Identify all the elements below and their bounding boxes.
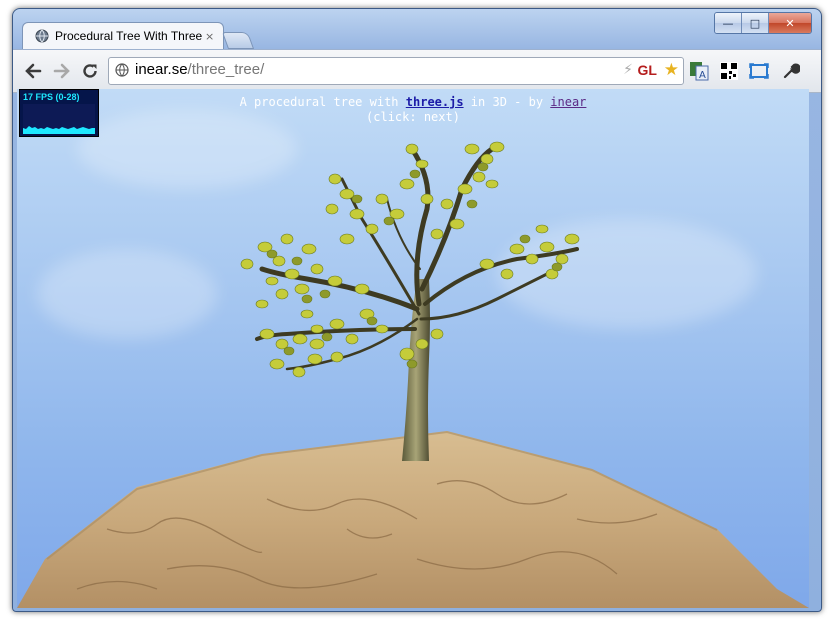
lightning-icon[interactable]: ⚡: [623, 62, 633, 78]
close-icon[interactable]: ✕: [769, 13, 811, 33]
page-info-icon[interactable]: [115, 63, 129, 77]
tree-scene: [17, 141, 809, 608]
address-bar[interactable]: inear.se/three_tree/ ⚡ GL ★: [108, 57, 684, 85]
fullscreen-icon[interactable]: [748, 60, 770, 82]
page-caption: A procedural tree with three.js in 3D - …: [17, 95, 809, 125]
tree-leaves: [240, 141, 580, 378]
reload-icon: [83, 64, 97, 78]
caption-text: A procedural tree with: [239, 95, 399, 109]
caption-text-mid: in 3D - by: [470, 95, 544, 109]
qr-code-icon[interactable]: [718, 60, 740, 82]
minimize-icon[interactable]: —: [715, 13, 742, 33]
translate-extension-icon[interactable]: A: [688, 60, 710, 82]
threejs-link[interactable]: three.js: [406, 95, 464, 109]
fps-stats-panel[interactable]: 17 FPS (0-28): [19, 89, 99, 137]
tab-close-icon[interactable]: ×: [205, 30, 214, 43]
fps-label: 17 FPS (0-28): [23, 92, 80, 102]
click-hint: (click: next): [366, 110, 460, 124]
reload-button[interactable]: [79, 62, 101, 80]
browser-tab[interactable]: Procedural Tree With Three ×: [22, 22, 224, 49]
author-link[interactable]: inear: [550, 95, 586, 109]
forward-button[interactable]: [51, 62, 73, 80]
webgl-badge[interactable]: GL: [638, 62, 657, 78]
svg-text:A: A: [699, 70, 706, 81]
fps-graph: [23, 104, 95, 134]
window-controls: — □ ✕: [714, 12, 812, 34]
webgl-canvas[interactable]: A procedural tree with three.js in 3D - …: [17, 89, 809, 608]
back-arrow-icon: [25, 63, 42, 79]
bookmark-star-icon[interactable]: ★: [664, 60, 679, 80]
maximize-icon[interactable]: □: [742, 13, 769, 33]
forward-arrow-icon: [53, 63, 70, 79]
wrench-icon[interactable]: [780, 60, 802, 82]
url-text[interactable]: inear.se/three_tree/: [135, 61, 264, 78]
back-button[interactable]: [22, 62, 44, 80]
tab-title: Procedural Tree With Three: [55, 29, 203, 43]
globe-icon: [35, 29, 49, 43]
